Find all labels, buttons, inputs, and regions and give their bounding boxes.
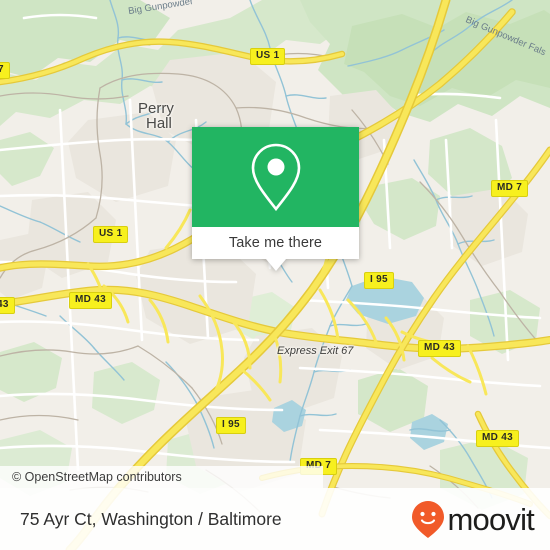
- map-pin-icon: [251, 143, 300, 212]
- shield-md-43-left-edge[interactable]: 43: [0, 297, 15, 314]
- popup-pin-panel: [192, 127, 359, 227]
- shield-md-7-east[interactable]: MD 7: [491, 180, 529, 197]
- shield-md-43-west[interactable]: MD 43: [69, 292, 112, 309]
- shield-md-43-southeast[interactable]: MD 43: [476, 430, 519, 447]
- take-me-there-label: Take me there: [228, 235, 323, 251]
- shield-i-95-south[interactable]: I 95: [216, 417, 246, 434]
- shield-md-7-left-edge[interactable]: 7: [0, 62, 10, 79]
- moovit-brand[interactable]: moovit: [410, 499, 535, 539]
- road-label-express-exit-67: Express Exit 67: [277, 345, 354, 357]
- destination-popup[interactable]: Take me there: [192, 127, 359, 271]
- shield-i-95-north[interactable]: I 95: [364, 272, 394, 289]
- attribution-text[interactable]: © OpenStreetMap contributors: [12, 470, 182, 484]
- location-title: 75 Ayr Ct, Washington / Baltimore: [20, 508, 282, 529]
- map-attribution-bar: © OpenStreetMap contributors: [0, 466, 323, 488]
- popup-cta-panel[interactable]: Take me there: [192, 227, 359, 259]
- popup-tail: [266, 259, 286, 271]
- shield-us-1-west[interactable]: US 1: [93, 226, 129, 243]
- footer-bar: 75 Ayr Ct, Washington / Baltimore moovit: [0, 488, 550, 550]
- moovit-pin-smiley-icon: [412, 501, 445, 538]
- map-canvas[interactable]: Perry Hall Express Exit 67 Big Gunpowder…: [0, 0, 550, 550]
- map-screenshot-root: Perry Hall Express Exit 67 Big Gunpowder…: [0, 0, 550, 550]
- place-label-hall: Hall: [146, 115, 172, 132]
- shield-md-43-east[interactable]: MD 43: [418, 340, 461, 357]
- shield-us-1-north[interactable]: US 1: [250, 48, 286, 65]
- moovit-wordmark: moovit: [447, 501, 534, 537]
